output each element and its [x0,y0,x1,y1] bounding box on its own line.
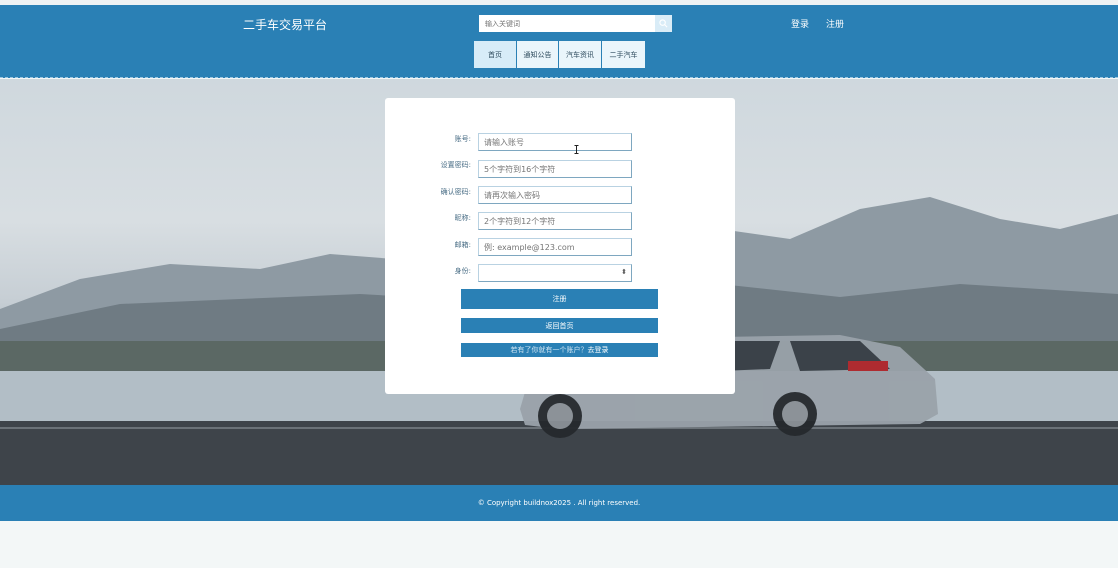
site-header: 二手车交易平台 登录 注册 首页 通知公告 汽车资讯 二手汽车 [0,5,1118,78]
site-footer: © Copyright buildnox2025 . All right res… [0,485,1118,521]
email-label: 邮箱: [454,241,471,249]
role-select[interactable]: ⬍ [478,264,632,282]
back-home-button[interactable]: 返回首页 [461,318,658,333]
go-login-link[interactable]: 去登录 [588,345,609,355]
site-title[interactable]: 二手车交易平台 [243,16,327,33]
login-prompt-text: 若有了你就有一个账户？ [510,346,588,354]
search-input[interactable] [479,15,655,32]
nav-item-used-cars[interactable]: 二手汽车 [602,41,645,68]
password-label: 设置密码: [440,161,471,169]
email-input[interactable] [478,238,632,256]
go-login-bar[interactable]: 若有了你就有一个账户？ 去登录 [461,343,658,357]
nickname-input[interactable] [478,212,632,230]
register-link[interactable]: 注册 [826,17,844,30]
account-input[interactable] [478,133,632,151]
copyright-text: © Copyright buildnox2025 . All right res… [477,499,641,507]
role-label: 身份: [454,267,471,275]
register-button[interactable]: 注册 [461,289,658,309]
confirm-password-label: 确认密码: [440,188,471,196]
account-label: 账号: [454,135,471,143]
nav-item-car-news[interactable]: 汽车资讯 [559,41,602,68]
chevron-updown-icon: ⬍ [621,268,627,276]
password-input[interactable] [478,160,632,178]
nav-item-home[interactable]: 首页 [474,41,517,68]
confirm-password-input[interactable] [478,186,632,204]
search-button[interactable] [655,15,672,32]
search-bar [479,15,672,32]
main-nav: 首页 通知公告 汽车资讯 二手汽车 [474,41,645,68]
nickname-label: 昵称: [454,214,471,222]
login-link[interactable]: 登录 [791,17,809,30]
text-cursor-icon [574,145,579,154]
nav-item-notices[interactable]: 通知公告 [517,41,559,68]
search-icon [659,19,668,28]
